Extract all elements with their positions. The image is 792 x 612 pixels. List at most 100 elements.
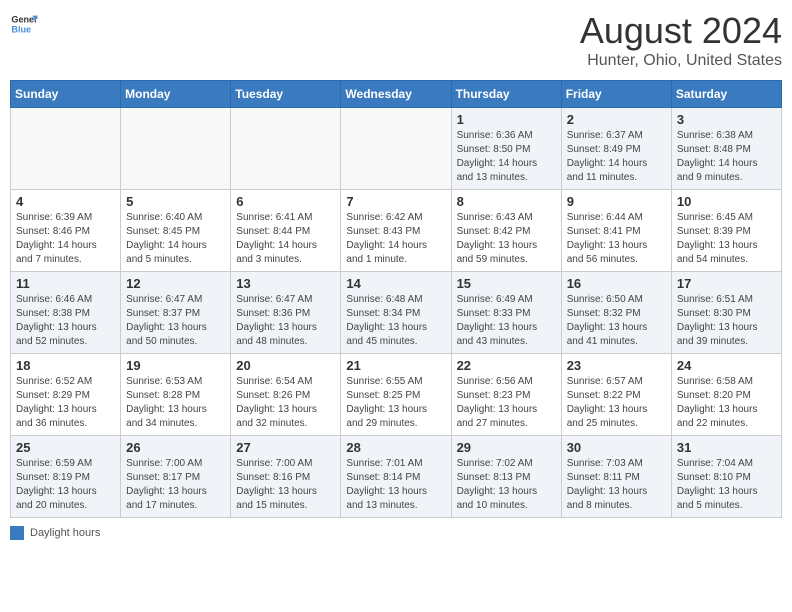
day-cell: 2Sunrise: 6:37 AM Sunset: 8:49 PM Daylig… xyxy=(561,108,671,190)
day-info: Sunrise: 6:37 AM Sunset: 8:49 PM Dayligh… xyxy=(567,129,666,185)
day-cell: 24 Sunrise: 6:58 AM Sunset: 8:20 PM Dayli… xyxy=(671,354,781,436)
day-info: Sunrise: 6:39 AM Sunset: 8:46 PM Dayligh… xyxy=(16,211,115,267)
day-cell xyxy=(121,108,231,190)
weekday-header-thursday: Thursday xyxy=(451,81,561,108)
day-number: 30 xyxy=(567,440,666,455)
day-info: Sunrise: 6:49 AM Sunset: 8:33 PM Dayligh… xyxy=(457,293,556,349)
day-cell: 18 Sunrise: 6:52 AM Sunset: 8:29 PM Dayli… xyxy=(11,354,121,436)
day-info: Sunrise: 6:41 AM Sunset: 8:44 PM Dayligh… xyxy=(236,211,335,267)
day-number: 8 xyxy=(457,194,556,209)
day-number: 20 xyxy=(236,358,335,373)
day-info: Sunrise: 6:44 AM Sunset: 8:41 PM Dayligh… xyxy=(567,211,666,267)
week-row-5: 25 Sunrise: 6:59 AM Sunset: 8:19 PM Dayli… xyxy=(11,436,782,518)
weekday-header-row: SundayMondayTuesdayWednesdayThursdayFrid… xyxy=(11,81,782,108)
day-cell: 3 Sunrise: 6:38 AM Sunset: 8:48 PM Daylig… xyxy=(671,108,781,190)
day-number: 29 xyxy=(457,440,556,455)
logo-icon: General Blue xyxy=(10,10,38,38)
weekday-header-tuesday: Tuesday xyxy=(231,81,341,108)
location-subtitle: Hunter, Ohio, United States xyxy=(580,52,782,70)
day-cell: 12 Sunrise: 6:47 AM Sunset: 8:37 PM Dayli… xyxy=(121,272,231,354)
day-info: Sunrise: 6:52 AM Sunset: 8:29 PM Dayligh… xyxy=(16,375,115,431)
day-number: 7 xyxy=(346,194,445,209)
weekday-header-wednesday: Wednesday xyxy=(341,81,451,108)
day-number: 17 xyxy=(677,276,776,291)
title-block: August 2024 Hunter, Ohio, United States xyxy=(580,10,782,70)
day-cell: 31 Sunrise: 7:04 AM Sunset: 8:10 PM Dayli… xyxy=(671,436,781,518)
day-cell: 17Sunrise: 6:51 AM Sunset: 8:30 PM Dayli… xyxy=(671,272,781,354)
day-cell: 21 Sunrise: 6:55 AM Sunset: 8:25 PM Dayli… xyxy=(341,354,451,436)
day-number: 19 xyxy=(126,358,225,373)
day-cell xyxy=(11,108,121,190)
weekday-header-sunday: Sunday xyxy=(11,81,121,108)
day-number: 6 xyxy=(236,194,335,209)
day-number: 21 xyxy=(346,358,445,373)
day-cell: 6 Sunrise: 6:41 AM Sunset: 8:44 PM Daylig… xyxy=(231,190,341,272)
day-number: 11 xyxy=(16,276,115,291)
day-info: Sunrise: 6:45 AM Sunset: 8:39 PM Dayligh… xyxy=(677,211,776,267)
day-number: 13 xyxy=(236,276,335,291)
day-number: 3 xyxy=(677,112,776,127)
day-info: Sunrise: 6:53 AM Sunset: 8:28 PM Dayligh… xyxy=(126,375,225,431)
day-info: Sunrise: 7:04 AM Sunset: 8:10 PM Dayligh… xyxy=(677,457,776,513)
day-number: 18 xyxy=(16,358,115,373)
day-number: 5 xyxy=(126,194,225,209)
day-number: 15 xyxy=(457,276,556,291)
weekday-header-monday: Monday xyxy=(121,81,231,108)
day-number: 10 xyxy=(677,194,776,209)
day-cell: 19 Sunrise: 6:53 AM Sunset: 8:28 PM Dayli… xyxy=(121,354,231,436)
day-cell: 13 Sunrise: 6:47 AM Sunset: 8:36 PM Dayli… xyxy=(231,272,341,354)
day-number: 12 xyxy=(126,276,225,291)
day-info: Sunrise: 6:59 AM Sunset: 8:19 PM Dayligh… xyxy=(16,457,115,513)
day-cell: 14Sunrise: 6:48 AM Sunset: 8:34 PM Dayli… xyxy=(341,272,451,354)
day-info: Sunrise: 7:01 AM Sunset: 8:14 PM Dayligh… xyxy=(346,457,445,513)
day-cell: 29 Sunrise: 7:02 AM Sunset: 8:13 PM Dayli… xyxy=(451,436,561,518)
day-number: 31 xyxy=(677,440,776,455)
day-info: Sunrise: 6:50 AM Sunset: 8:32 PM Dayligh… xyxy=(567,293,666,349)
day-number: 27 xyxy=(236,440,335,455)
day-cell: 1Sunrise: 6:36 AM Sunset: 8:50 PM Daylig… xyxy=(451,108,561,190)
day-number: 28 xyxy=(346,440,445,455)
legend-label: Daylight hours xyxy=(30,527,100,539)
day-info: Sunrise: 6:47 AM Sunset: 8:36 PM Dayligh… xyxy=(236,293,335,349)
week-row-4: 18 Sunrise: 6:52 AM Sunset: 8:29 PM Dayli… xyxy=(11,354,782,436)
day-info: Sunrise: 6:56 AM Sunset: 8:23 PM Dayligh… xyxy=(457,375,556,431)
day-number: 25 xyxy=(16,440,115,455)
calendar-table: SundayMondayTuesdayWednesdayThursdayFrid… xyxy=(10,80,782,518)
week-row-3: 11Sunrise: 6:46 AM Sunset: 8:38 PM Dayli… xyxy=(11,272,782,354)
day-cell: 7 Sunrise: 6:42 AM Sunset: 8:43 PM Daylig… xyxy=(341,190,451,272)
day-cell: 20 Sunrise: 6:54 AM Sunset: 8:26 PM Dayli… xyxy=(231,354,341,436)
day-cell: 8Sunrise: 6:43 AM Sunset: 8:42 PM Daylig… xyxy=(451,190,561,272)
day-number: 23 xyxy=(567,358,666,373)
day-info: Sunrise: 7:00 AM Sunset: 8:17 PM Dayligh… xyxy=(126,457,225,513)
logo: General Blue xyxy=(10,10,38,38)
day-info: Sunrise: 6:54 AM Sunset: 8:26 PM Dayligh… xyxy=(236,375,335,431)
weekday-header-saturday: Saturday xyxy=(671,81,781,108)
legend-color-box xyxy=(10,526,24,540)
day-info: Sunrise: 6:58 AM Sunset: 8:20 PM Dayligh… xyxy=(677,375,776,431)
day-cell: 9Sunrise: 6:44 AM Sunset: 8:41 PM Daylig… xyxy=(561,190,671,272)
day-number: 24 xyxy=(677,358,776,373)
day-cell: 4Sunrise: 6:39 AM Sunset: 8:46 PM Daylig… xyxy=(11,190,121,272)
day-cell: 27Sunrise: 7:00 AM Sunset: 8:16 PM Dayli… xyxy=(231,436,341,518)
day-cell: 22Sunrise: 6:56 AM Sunset: 8:23 PM Dayli… xyxy=(451,354,561,436)
svg-text:Blue: Blue xyxy=(11,24,31,34)
day-info: Sunrise: 6:42 AM Sunset: 8:43 PM Dayligh… xyxy=(346,211,445,267)
day-cell: 28 Sunrise: 7:01 AM Sunset: 8:14 PM Dayli… xyxy=(341,436,451,518)
day-info: Sunrise: 7:02 AM Sunset: 8:13 PM Dayligh… xyxy=(457,457,556,513)
day-cell: 30Sunrise: 7:03 AM Sunset: 8:11 PM Dayli… xyxy=(561,436,671,518)
day-info: Sunrise: 6:38 AM Sunset: 8:48 PM Dayligh… xyxy=(677,129,776,185)
day-info: Sunrise: 6:55 AM Sunset: 8:25 PM Dayligh… xyxy=(346,375,445,431)
week-row-1: 1Sunrise: 6:36 AM Sunset: 8:50 PM Daylig… xyxy=(11,108,782,190)
week-row-2: 4Sunrise: 6:39 AM Sunset: 8:46 PM Daylig… xyxy=(11,190,782,272)
page-header: General Blue August 2024 Hunter, Ohio, U… xyxy=(10,10,782,70)
day-info: Sunrise: 6:47 AM Sunset: 8:37 PM Dayligh… xyxy=(126,293,225,349)
day-number: 16 xyxy=(567,276,666,291)
day-cell xyxy=(341,108,451,190)
day-cell: 23 Sunrise: 6:57 AM Sunset: 8:22 PM Dayli… xyxy=(561,354,671,436)
calendar-footer: Daylight hours xyxy=(10,526,782,540)
day-cell: 26 Sunrise: 7:00 AM Sunset: 8:17 PM Dayli… xyxy=(121,436,231,518)
day-number: 26 xyxy=(126,440,225,455)
month-year-title: August 2024 xyxy=(580,10,782,52)
day-info: Sunrise: 6:57 AM Sunset: 8:22 PM Dayligh… xyxy=(567,375,666,431)
day-cell: 10 Sunrise: 6:45 AM Sunset: 8:39 PM Dayli… xyxy=(671,190,781,272)
